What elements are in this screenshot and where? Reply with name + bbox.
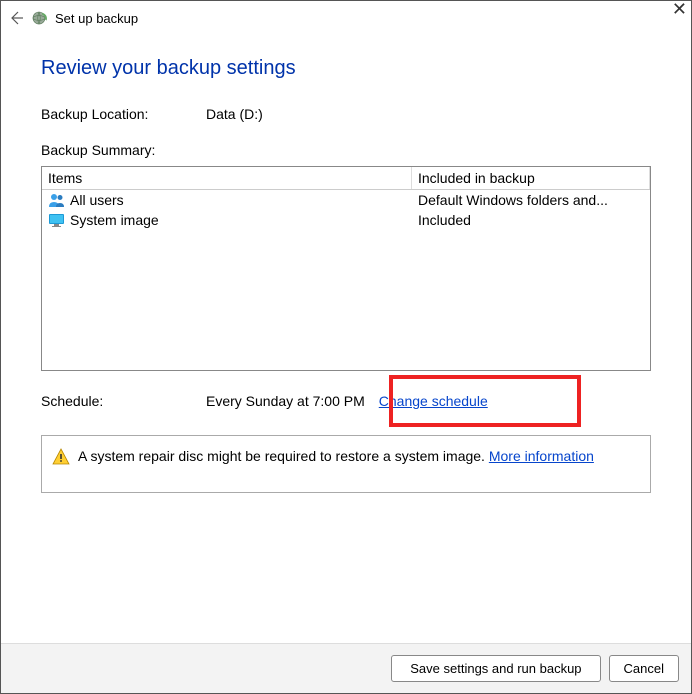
page-heading: Review your backup settings: [41, 57, 651, 80]
backup-location-value: Data (D:): [206, 106, 651, 122]
schedule-value: Every Sunday at 7:00 PM: [206, 393, 365, 409]
header-items: Items: [42, 167, 412, 189]
backup-summary-label: Backup Summary:: [41, 142, 651, 158]
table-header: Items Included in backup: [42, 167, 650, 190]
save-and-run-button[interactable]: Save settings and run backup: [391, 655, 600, 682]
window-title: Set up backup: [55, 11, 138, 26]
cancel-button[interactable]: Cancel: [609, 655, 679, 682]
schedule-label: Schedule:: [41, 393, 206, 409]
close-icon[interactable]: ✕: [672, 0, 687, 20]
back-arrow-icon[interactable]: [7, 9, 25, 27]
summary-table: Items Included in backup All users Defau…: [41, 166, 651, 371]
backup-location-label: Backup Location:: [41, 106, 206, 122]
row-item: All users: [70, 192, 124, 208]
backup-wizard-icon: [31, 9, 49, 27]
header-included: Included in backup: [412, 167, 650, 189]
row-item: System image: [70, 212, 159, 228]
users-icon: [48, 192, 66, 208]
schedule-row: Schedule: Every Sunday at 7:00 PM Change…: [41, 393, 651, 409]
notice-text-wrap: A system repair disc might be required t…: [78, 448, 594, 464]
notice-box: A system repair disc might be required t…: [41, 435, 651, 493]
titlebar: Set up backup: [1, 1, 691, 33]
footer: Save settings and run backup Cancel: [1, 643, 691, 693]
notice-text: A system repair disc might be required t…: [78, 448, 489, 464]
more-information-link[interactable]: More information: [489, 448, 594, 464]
monitor-icon: [48, 212, 66, 228]
warning-icon: [52, 448, 70, 466]
row-included: Included: [412, 212, 650, 228]
change-schedule-link[interactable]: Change schedule: [379, 393, 488, 409]
table-row[interactable]: System image Included: [42, 210, 650, 230]
row-included: Default Windows folders and...: [412, 192, 650, 208]
backup-location-row: Backup Location: Data (D:): [41, 106, 651, 122]
table-row[interactable]: All users Default Windows folders and...: [42, 190, 650, 210]
